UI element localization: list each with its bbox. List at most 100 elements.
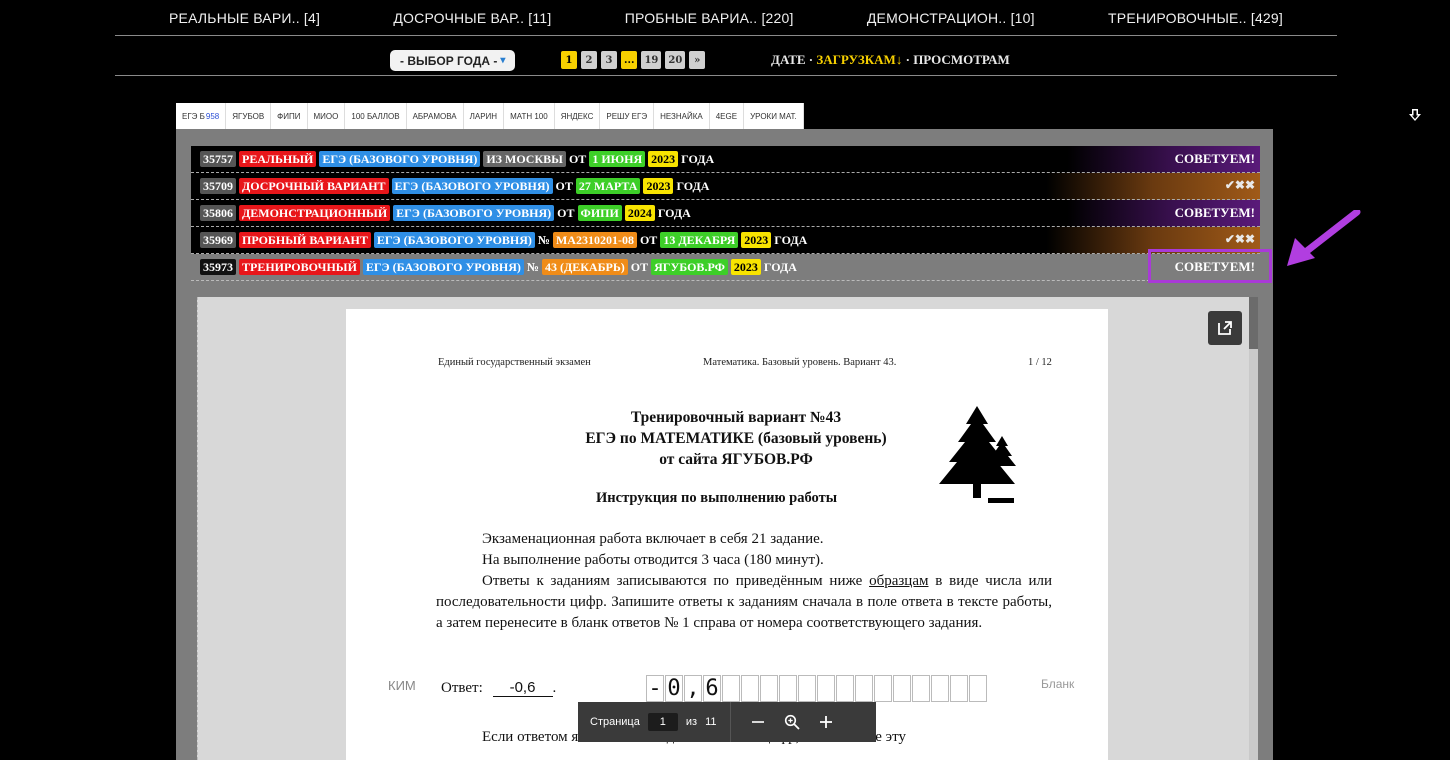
tab-ege-b[interactable]: ЕГЭ Б 958 [176, 103, 227, 129]
answer-cell [950, 675, 968, 702]
variant-id: 35973 [200, 259, 236, 275]
year-suffix: ГОДА [676, 178, 710, 193]
tab-yagubov[interactable]: ЯГУБОВ [226, 103, 272, 129]
category-real[interactable]: РЕАЛЬНЫЕ ВАРИ.. [4] [169, 10, 320, 26]
sort-by-downloads[interactable]: ЗАГРУЗКАМ↓ [816, 52, 902, 67]
year-select-label: - ВЫБОР ГОДА - [400, 53, 498, 68]
page-total: 11 [705, 716, 717, 728]
doc-paragraph: Экзаменационная работа включает в себя 2… [482, 531, 824, 547]
page-link-2[interactable]: 2 [581, 51, 597, 69]
source-tabs: ЕГЭ Б 958 ЯГУБОВ ФИПИ МИОО 100 БАЛЛОВ АБР… [176, 103, 804, 129]
variant-row-selected[interactable]: 35973 ТРЕНИРОВОЧНЫЙ ЕГЭ (БАЗОВОГО УРОВНЯ… [191, 254, 1260, 281]
answer-cell [741, 675, 759, 702]
exam-badge: ЕГЭ (БАЗОВОГО УРОВНЯ) [391, 178, 553, 194]
variant-row[interactable]: 35757 РЕАЛЬНЫЙ ЕГЭ (БАЗОВОГО УРОВНЯ) ИЗ … [191, 146, 1260, 173]
instruction-heading: Инструкция по выполнению работы [596, 490, 838, 506]
page-next[interactable]: » [689, 51, 706, 69]
page-link-1[interactable]: 1 [561, 51, 577, 69]
source-badge: 27 МАРТА [575, 178, 641, 194]
tab-math100[interactable]: MATH 100 [504, 103, 555, 129]
year-suffix: ГОДА [681, 151, 715, 166]
doc-underlined-text: образцам [869, 573, 929, 589]
page-label: Страница [590, 716, 640, 728]
tab-mioo[interactable]: МИОО [308, 103, 346, 129]
variant-type-badge: ТРЕНИРОВОЧНЫЙ [239, 259, 360, 275]
tab-4ege[interactable]: 4EGE [710, 103, 745, 129]
scrollbar-thumb[interactable] [1249, 297, 1258, 349]
tab-yandex[interactable]: ЯНДЕКС [555, 103, 601, 129]
variant-id: 35757 [200, 151, 236, 167]
exam-badge: ЕГЭ (БАЗОВОГО УРОВНЯ) [373, 232, 535, 248]
minus-icon [752, 721, 765, 723]
tab-larin[interactable]: ЛАРИН [464, 103, 505, 129]
tab-100-ballov[interactable]: 100 БАЛЛОВ [345, 103, 407, 129]
page-ellipsis: ... [621, 51, 638, 69]
zoom-reset-button[interactable] [779, 709, 805, 735]
tab-label: ЕГЭ Б [182, 111, 205, 121]
variant-id: 35806 [200, 205, 236, 221]
zoom-in-button[interactable] [813, 709, 839, 735]
arrow-down-icon[interactable] [1408, 108, 1422, 122]
doc-paragraph: На выполнение работы отводится 3 часа (1… [482, 552, 824, 568]
category-training[interactable]: ТРЕНИРОВОЧНЫЕ.. [429] [1108, 10, 1283, 26]
answer-cell [931, 675, 949, 702]
of-label: из [685, 716, 698, 728]
plus-icon [820, 716, 833, 728]
doc-title: Тренировочный вариант №43 ЕГЭ по МАТЕМАТ… [536, 407, 936, 470]
category-early[interactable]: ДОСРОЧНЫЕ ВАР.. [11] [393, 10, 551, 26]
exam-badge: ЕГЭ (БАЗОВОГО УРОВНЯ) [393, 205, 555, 221]
fir-tree-logo-icon [939, 406, 1016, 503]
year-badge: 2023 [730, 259, 761, 275]
page-link-20[interactable]: 20 [665, 51, 686, 69]
chevron-down-icon: ▾ [500, 55, 506, 66]
variant-type-badge: РЕАЛЬНЫЙ [239, 151, 317, 167]
source-badge: 1 ИЮНЯ [589, 151, 646, 167]
recommend-label: СОВЕТУЕМ! [1174, 205, 1255, 220]
zoom-out-button[interactable] [745, 709, 771, 735]
category-nav: РЕАЛЬНЫЕ ВАРИ.. [4] ДОСРОЧНЫЕ ВАР.. [11]… [115, 0, 1337, 36]
page-link-3[interactable]: 3 [601, 51, 617, 69]
answer-cell: 0 [665, 675, 683, 702]
page-link-19[interactable]: 19 [641, 51, 662, 69]
variant-row[interactable]: 35709 ДОСРОЧНЫЙ ВАРИАНТ ЕГЭ (БАЗОВОГО УР… [191, 173, 1260, 200]
variant-row[interactable]: 35969 ПРОБНЫЙ ВАРИАНТ ЕГЭ (БАЗОВОГО УРОВ… [191, 227, 1260, 254]
answer-cell: - [646, 675, 664, 702]
viewer-scrollbar[interactable] [1249, 297, 1258, 760]
category-demo[interactable]: ДЕМОНСТРАЦИОН.. [10] [867, 10, 1035, 26]
page-number-input[interactable]: 1 [647, 713, 678, 731]
tab-abramova[interactable]: АБРАМОВА [407, 103, 464, 129]
year-suffix: ГОДА [763, 259, 797, 274]
answer-cell [779, 675, 797, 702]
variant-type-badge: ДОСРОЧНЫЙ ВАРИАНТ [239, 178, 389, 194]
from-text: ОТ [555, 178, 573, 193]
number-sign: № [526, 259, 539, 274]
answer-cell [722, 675, 740, 702]
open-external-button[interactable] [1208, 311, 1242, 345]
answer-cell [836, 675, 854, 702]
year-suffix: ГОДА [774, 232, 808, 247]
answer-example: Ответ: -0,6. [441, 679, 557, 697]
doc-title-line: от сайта ЯГУБОВ.РФ [659, 451, 813, 468]
tab-neznaika[interactable]: НЕЗНАЙКА [654, 103, 710, 129]
tab-fipi[interactable]: ФИПИ [271, 103, 308, 129]
answer-cell [760, 675, 778, 702]
year-select-button[interactable]: - ВЫБОР ГОДА - ▾ [390, 50, 516, 71]
variant-row[interactable]: 35806 ДЕМОНСТРАЦИОННЫЙ ЕГЭ (БАЗОВОГО УРО… [191, 200, 1260, 227]
variant-number-badge: МА2310201-08 [552, 232, 637, 248]
category-trial[interactable]: ПРОБНЫЕ ВАРИА.. [220] [625, 10, 794, 26]
sort-by-views[interactable]: ПРОСМОТРАМ [913, 52, 1010, 67]
sort-by-date[interactable]: ДАТЕ [771, 52, 806, 67]
tab-uroki-mat[interactable]: УРОКИ МАТ. [744, 103, 804, 129]
variant-extra-badge: ИЗ МОСКВЫ [483, 151, 566, 167]
tab-reshu-ege[interactable]: РЕШУ ЕГЭ [600, 103, 655, 129]
source-badge: ФИПИ [577, 205, 622, 221]
blank-label: Бланк [1041, 677, 1075, 691]
rating-marks-icon: ✔✖✖ [1224, 232, 1255, 246]
answer-cell [817, 675, 835, 702]
number-sign: № [537, 232, 550, 247]
doc-text: Ответы к заданиям записываются по привед… [482, 573, 863, 589]
from-text: ОТ [630, 259, 649, 274]
variant-number-badge: 43 (ДЕКАБРЬ) [541, 259, 628, 275]
pagination: 1 2 3 ... 19 20 » [561, 51, 706, 69]
answer-cell [969, 675, 987, 702]
